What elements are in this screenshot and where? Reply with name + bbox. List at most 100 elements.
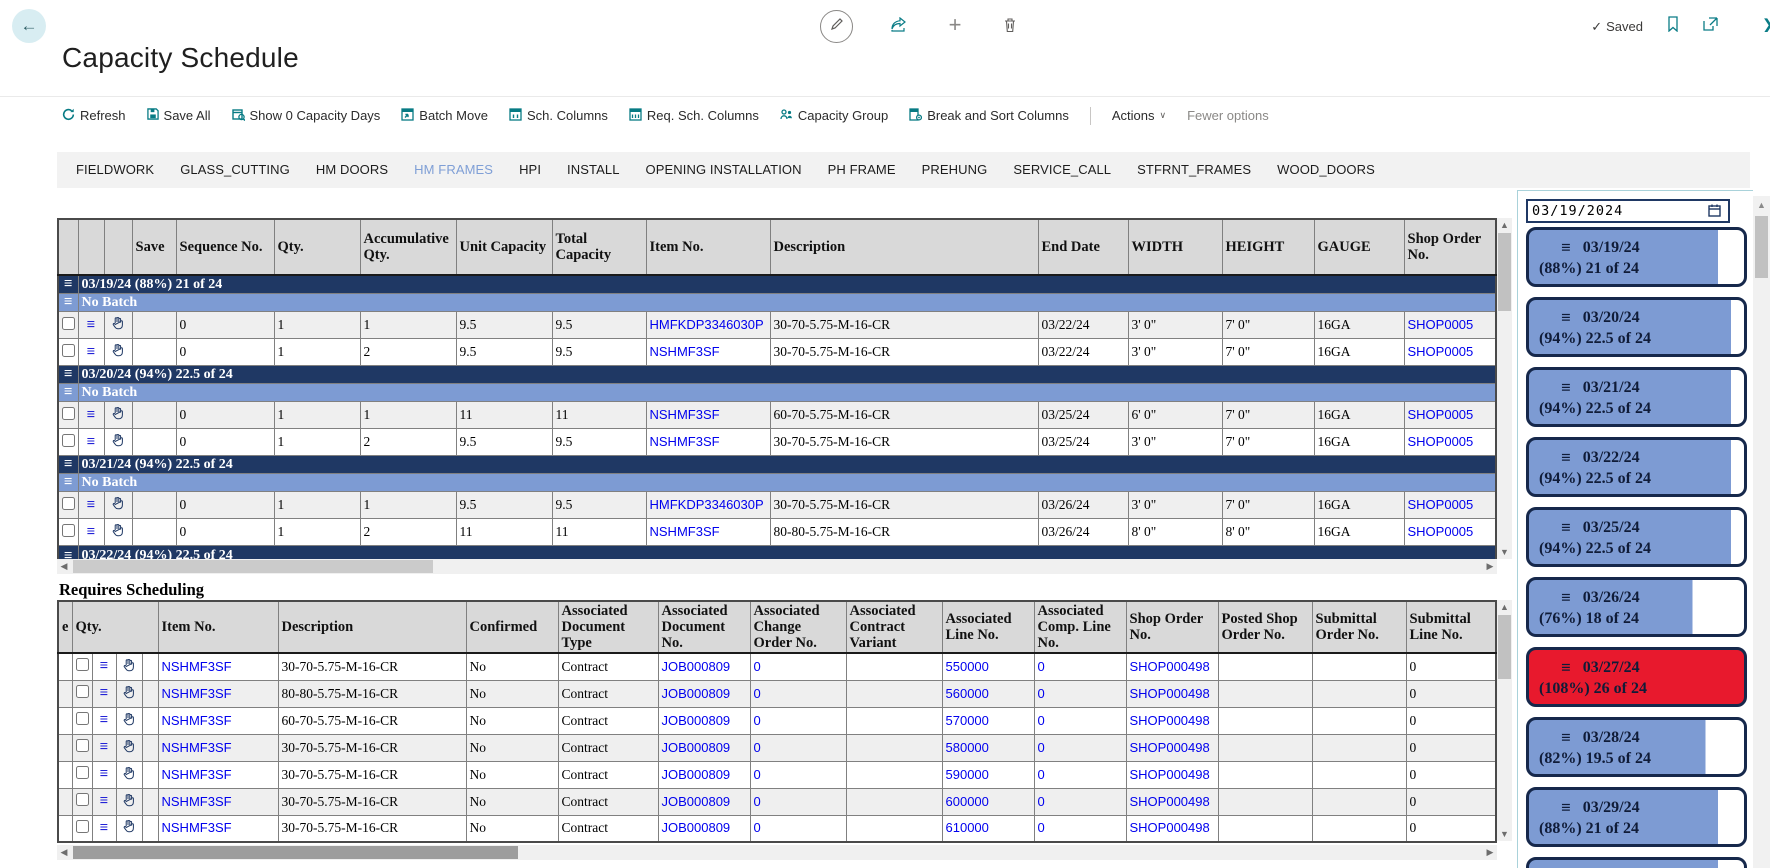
capacity-day-card[interactable]: ≡03/22/24(94%) 22.5 of 24 [1526,437,1747,497]
cell-associated-line-no-link[interactable]: 550000 [946,659,989,674]
cell-shop-order-no-link[interactable]: SHOP000498 [1130,794,1210,809]
row-menu-icon[interactable]: ≡ [87,434,96,450]
card-menu-icon[interactable]: ≡ [1561,588,1571,608]
capacity-day-card[interactable]: ≡03/19/24(88%) 21 of 24 [1526,227,1747,287]
cell-associated-comp-line-no-link[interactable]: 0 [1038,713,1045,728]
requires-column-header[interactable]: Item No. [158,601,278,653]
cell-associated-comp-line-no-link[interactable]: 0 [1038,659,1045,674]
cell-associated-comp-line-no-link[interactable]: 0 [1038,794,1045,809]
requires-column-header[interactable]: Shop Order No. [1126,601,1218,653]
row-menu-icon[interactable]: ≡ [100,766,109,782]
schedule-column-header[interactable]: HEIGHT [1222,219,1314,275]
row-select-checkbox[interactable] [76,712,89,725]
schedule-column-header[interactable] [104,219,132,275]
schedule-column-header[interactable]: Save [132,219,176,275]
cell-shop-order-no-link[interactable]: SHOP000498 [1130,659,1210,674]
toolbar-button-save-all[interactable]: Save All [147,108,211,123]
requires-column-header[interactable]: Associated Document Type [558,601,658,653]
row-menu-icon[interactable]: ≡ [87,497,96,513]
cell-associated-comp-line-no-link[interactable]: 0 [1038,740,1045,755]
capacity-day-card[interactable]: ≡03/28/24(82%) 19.5 of 24 [1526,717,1747,777]
tab-hm-doors[interactable]: HM DOORS [303,152,401,188]
row-menu-icon[interactable]: ≡ [87,317,96,333]
requires-column-header[interactable]: Description [278,601,466,653]
cell-associated-document-no-link[interactable]: JOB000809 [662,767,731,782]
requires-column-header[interactable]: Posted Shop Order No. [1218,601,1312,653]
card-menu-icon[interactable]: ≡ [1561,798,1571,818]
cell-associated-change-order-no-link[interactable]: 0 [754,686,761,701]
fewer-options-button[interactable]: Fewer options [1187,108,1269,123]
capacity-day-card[interactable]: ≡03/20/24(94%) 22.5 of 24 [1526,297,1747,357]
new-icon[interactable]: + [944,14,966,36]
tab-hpi[interactable]: HPI [506,152,554,188]
schedule-table-vertical-scrollbar[interactable]: ▲ ▼ [1497,218,1512,559]
tab-fieldwork[interactable]: FIELDWORK [63,152,167,188]
row-menu-icon[interactable]: ≡ [100,793,109,809]
cell-item-no-link[interactable]: HMFKDP3346030P [650,497,764,512]
schedule-column-header[interactable]: Unit Capacity [456,219,552,275]
row-select-checkbox[interactable] [62,344,75,357]
cell-shop-order-no-link[interactable]: SHOP000498 [1130,713,1210,728]
cell-shop-order-no-link[interactable]: SHOP0005 [1408,407,1474,422]
schedule-column-header[interactable]: GAUGE [1314,219,1404,275]
schedule-column-header[interactable]: Sequence No. [176,219,274,275]
schedule-column-header[interactable] [78,219,104,275]
requires-table-vertical-scrollbar[interactable]: ▲ ▼ [1497,600,1512,841]
back-button[interactable]: ← [12,9,46,43]
cell-associated-line-no-link[interactable]: 580000 [946,740,989,755]
cell-associated-document-no-link[interactable]: JOB000809 [662,659,731,674]
tab-service-call[interactable]: SERVICE_CALL [1000,152,1124,188]
row-menu-icon[interactable]: ≡ [87,344,96,360]
card-menu-icon[interactable]: ≡ [1561,518,1571,538]
schedule-table-horizontal-scrollbar[interactable]: ◀ ▶ [57,559,1497,574]
tab-wood-doors[interactable]: WOOD_DOORS [1264,152,1388,188]
cell-associated-change-order-no-link[interactable]: 0 [754,767,761,782]
toolbar-button-sch-columns[interactable]: Sch. Columns [509,108,608,124]
requires-table-horizontal-scrollbar[interactable]: ◀ ▶ [57,845,1497,860]
bookmark-icon[interactable] [1667,16,1679,37]
cell-item-no-link[interactable]: NSHMF3SF [650,524,720,539]
cell-associated-line-no-link[interactable]: 600000 [946,794,989,809]
row-menu-icon[interactable]: ≡ [100,658,109,674]
row-select-checkbox[interactable] [76,820,89,833]
group-menu-icon[interactable]: ≡ [64,366,73,382]
capacity-day-card[interactable]: ≡04/01/24 [1526,857,1747,868]
clipped-edge-icon[interactable]: ❯ [1762,16,1770,32]
row-select-checkbox[interactable] [76,766,89,779]
schedule-column-header[interactable]: Item No. [646,219,770,275]
tab-glass-cutting[interactable]: GLASS_CUTTING [167,152,303,188]
cell-associated-document-no-link[interactable]: JOB000809 [662,686,731,701]
cell-associated-document-no-link[interactable]: JOB000809 [662,820,731,835]
tab-hm-frames[interactable]: HM FRAMES [401,152,506,188]
card-menu-icon[interactable]: ≡ [1561,308,1571,328]
grab-hand-icon[interactable] [123,714,136,729]
card-menu-icon[interactable]: ≡ [1561,378,1571,398]
grab-hand-icon[interactable] [123,741,136,756]
row-menu-icon[interactable]: ≡ [87,407,96,423]
toolbar-button-break-and-sort-columns[interactable]: Break and Sort Columns [909,108,1069,124]
cell-item-no-link[interactable]: HMFKDP3346030P [650,317,764,332]
capacity-day-card[interactable]: ≡03/27/24(108%) 26 of 24 [1526,647,1747,707]
cell-associated-line-no-link[interactable]: 560000 [946,686,989,701]
capacity-day-card[interactable]: ≡03/29/24(88%) 21 of 24 [1526,787,1747,847]
schedule-column-header[interactable]: Shop Order No. [1404,219,1496,275]
tab-ph-frame[interactable]: PH FRAME [815,152,909,188]
row-select-checkbox[interactable] [62,317,75,330]
card-menu-icon[interactable]: ≡ [1561,238,1571,258]
tab-stfrnt-frames[interactable]: STFRNT_FRAMES [1124,152,1264,188]
row-select-checkbox[interactable] [62,524,75,537]
row-select-checkbox[interactable] [76,685,89,698]
cell-associated-change-order-no-link[interactable]: 0 [754,713,761,728]
cell-shop-order-no-link[interactable]: SHOP000498 [1130,740,1210,755]
cell-associated-comp-line-no-link[interactable]: 0 [1038,767,1045,782]
requires-column-header[interactable]: Associated Line No. [942,601,1034,653]
cell-associated-change-order-no-link[interactable]: 0 [754,740,761,755]
cell-item-no-link[interactable]: NSHMF3SF [650,434,720,449]
cell-associated-document-no-link[interactable]: JOB000809 [662,713,731,728]
cell-shop-order-no-link[interactable]: SHOP0005 [1408,344,1474,359]
capacity-day-card[interactable]: ≡03/21/24(94%) 22.5 of 24 [1526,367,1747,427]
edit-button[interactable] [820,10,853,43]
requires-column-header[interactable]: Associated Change Order No. [750,601,846,653]
schedule-column-header[interactable]: Total Capacity [552,219,646,275]
cell-shop-order-no-link[interactable]: SHOP0005 [1408,434,1474,449]
